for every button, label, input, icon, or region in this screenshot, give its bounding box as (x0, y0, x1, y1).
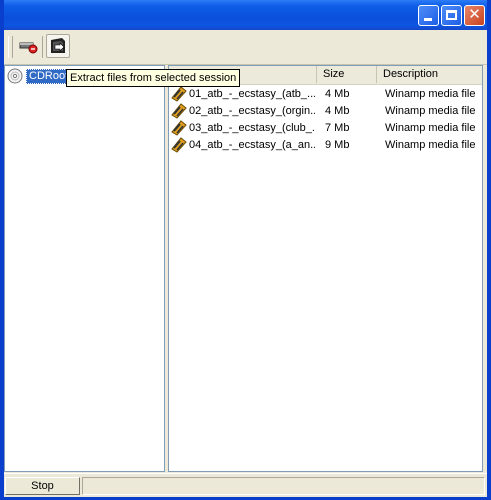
file-description: Winamp media file (385, 122, 476, 134)
window-frame-right (487, 0, 491, 500)
minimize-icon (424, 18, 432, 21)
file-size: 9 Mb (325, 139, 350, 151)
extract-button[interactable] (46, 34, 70, 58)
column-header-description[interactable]: Description (377, 66, 482, 83)
winamp-file-icon (171, 103, 187, 119)
toolbar (4, 30, 487, 65)
column-header-size[interactable]: Size (317, 66, 377, 83)
winamp-file-icon (171, 120, 187, 136)
status-pane (82, 477, 485, 495)
close-icon: ✕ (468, 6, 481, 23)
file-name: 03_atb_-_ecstasy_(club_... (189, 122, 315, 134)
erase-disc-icon (19, 42, 38, 54)
extract-icon (51, 38, 65, 53)
file-list[interactable]: Name Size Description 01_atb_-_ecstasy_(… (168, 65, 483, 472)
file-name: 04_atb_-_ecstasy_(a_an... (189, 139, 315, 151)
cd-icon (7, 68, 23, 84)
list-rows: 01_atb_-_ecstasy_(atb_... 4 Mb Winamp me… (169, 86, 482, 154)
close-button[interactable]: ✕ (464, 5, 485, 26)
file-size: 7 Mb (325, 122, 350, 134)
file-description: Winamp media file (385, 105, 476, 117)
erase-disc-button[interactable] (16, 34, 40, 58)
maximize-button[interactable] (441, 5, 462, 26)
maximize-icon (446, 10, 457, 20)
file-name: 02_atb_-_ecstasy_(orgin... (189, 105, 315, 117)
title-bar[interactable]: ✕ (0, 0, 491, 30)
winamp-file-icon (171, 137, 187, 153)
status-bar: Stop (4, 473, 487, 497)
file-size: 4 Mb (325, 105, 350, 117)
file-description: Winamp media file (385, 139, 476, 151)
tooltip: Extract files from selected session (66, 69, 241, 87)
file-name: 01_atb_-_ecstasy_(atb_... (189, 88, 315, 100)
stop-button[interactable]: Stop (5, 477, 80, 495)
list-item[interactable]: 04_atb_-_ecstasy_(a_an... 9 Mb Winamp me… (169, 137, 482, 154)
list-item[interactable]: 02_atb_-_ecstasy_(orgin... 4 Mb Winamp m… (169, 103, 482, 120)
file-size: 4 Mb (325, 88, 350, 100)
file-description: Winamp media file (385, 88, 476, 100)
toolbar-separator (42, 36, 43, 58)
toolbar-grip[interactable] (8, 36, 13, 58)
tree-item-label: CDRoot (26, 68, 72, 84)
list-item[interactable]: 03_atb_-_ecstasy_(club_... 7 Mb Winamp m… (169, 120, 482, 137)
session-tree[interactable]: CDRoot (4, 65, 165, 472)
tree-item-cdroot[interactable]: CDRoot (7, 68, 72, 84)
winamp-file-icon (171, 86, 187, 102)
minimize-button[interactable] (418, 5, 439, 26)
list-item[interactable]: 01_atb_-_ecstasy_(atb_... 4 Mb Winamp me… (169, 86, 482, 103)
